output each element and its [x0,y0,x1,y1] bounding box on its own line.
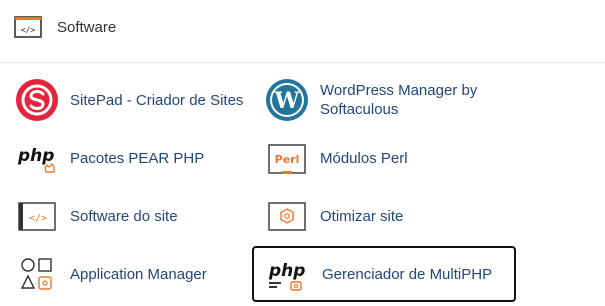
wordpress-logo-icon: W [265,78,309,122]
pear-packages-label: Pacotes PEAR PHP [70,150,205,167]
multiphp-manager-link[interactable]: php Gerenciador de MultiPHP [252,246,516,302]
code-window-icon: </> [14,16,42,38]
svg-text:Perl: Perl [275,153,300,166]
svg-text:</>: </> [29,213,47,224]
php-pear-icon: php [15,136,59,180]
sitepad-label: SitePad - Criador de Sites [70,92,244,109]
multiphp-icon: php [265,252,309,296]
optimize-site-label: Otimizar site [320,208,404,225]
pear-packages-link[interactable]: php Pacotes PEAR PHP [15,136,245,180]
perl-modules-link[interactable]: Perl Módulos Perl [265,136,505,180]
section-header: </> Software [0,0,605,63]
perl-modules-label: Módulos Perl [320,150,408,167]
wordpress-manager-label: WordPress Manager by Softaculous [320,82,478,118]
wordpress-manager-link[interactable]: W WordPress Manager by Softaculous [265,78,505,122]
svg-text:W: W [274,88,300,114]
optimize-hexagon-icon [265,194,309,238]
code-window-icon: </> [15,194,59,238]
multiphp-manager-label: Gerenciador de MultiPHP [322,266,493,283]
application-manager-link[interactable]: Application Manager [15,252,245,296]
optimize-site-link[interactable]: Otimizar site [265,194,505,238]
site-software-link[interactable]: </> Software do site [15,194,245,238]
svg-text:</>: </> [21,26,36,35]
svg-text:php: php [268,261,305,281]
section-title: Software [57,19,117,36]
sitepad-link[interactable]: SitePad - Criador de Sites [15,78,245,122]
perl-module-icon: Perl [265,136,309,180]
site-software-label: Software do site [70,208,178,225]
svg-text:php: php [17,146,54,166]
application-manager-label: Application Manager [70,266,207,283]
sitepad-logo-icon [15,78,59,122]
app-shapes-icon [15,252,59,296]
